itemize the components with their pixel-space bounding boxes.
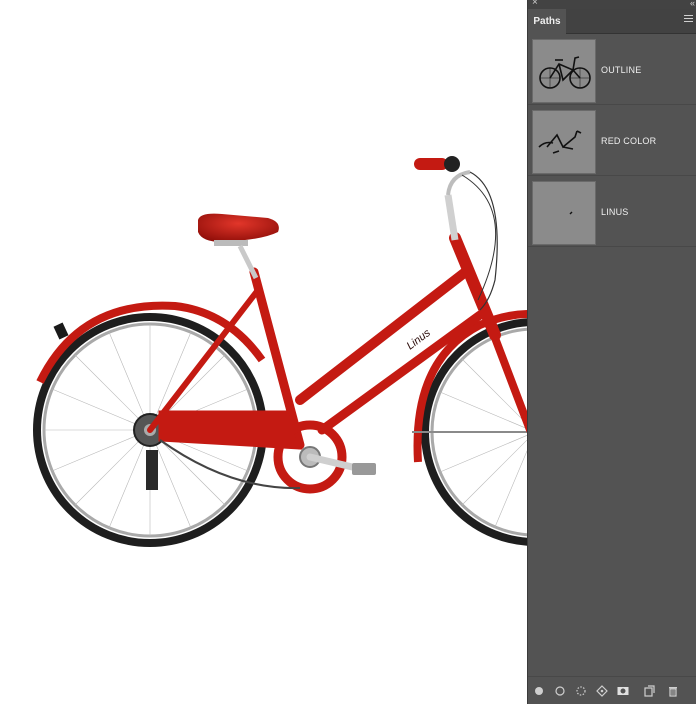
fill-path-icon[interactable] [533, 685, 545, 697]
saddle [198, 213, 279, 280]
close-icon[interactable]: × [532, 0, 538, 9]
panel-menu-icon[interactable] [684, 15, 693, 23]
path-row-red-color[interactable]: RED COLOR [528, 106, 696, 176]
path-row-linus[interactable]: LINUS [528, 177, 696, 247]
panel-bottom-toolbar [528, 676, 696, 704]
document-canvas[interactable]: Linus [0, 0, 527, 704]
make-work-path-icon[interactable] [596, 685, 608, 697]
load-as-selection-icon[interactable] [575, 685, 587, 697]
path-row-outline[interactable]: OUTLINE [528, 35, 696, 105]
path-name: LINUS [601, 207, 629, 217]
path-name: OUTLINE [601, 65, 642, 75]
panel-tab-row: Paths [528, 9, 696, 34]
stroke-path-icon[interactable] [554, 685, 566, 697]
path-thumbnail-red-color [532, 110, 596, 174]
handlebar [414, 156, 498, 311]
panel-title-bar: × « [528, 0, 696, 9]
new-path-icon[interactable] [643, 685, 655, 697]
trash-icon[interactable] [667, 685, 679, 697]
collapse-icon[interactable]: « [690, 0, 695, 9]
add-mask-icon[interactable] [617, 685, 629, 697]
paths-panel: × « Paths OUTLINE RED COLOR LINUS [527, 0, 696, 704]
tab-paths[interactable]: Paths [528, 9, 566, 34]
path-thumbnail-linus [532, 181, 596, 245]
path-name: RED COLOR [601, 136, 657, 146]
path-thumbnail-outline [532, 39, 596, 103]
bicycle-image: Linus [33, 156, 527, 547]
